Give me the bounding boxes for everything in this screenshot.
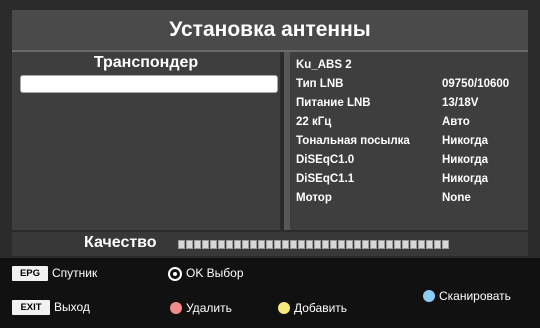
panel-divider	[284, 52, 290, 230]
quality-segment	[298, 240, 305, 249]
info-label: DiSEqC1.1	[296, 173, 355, 185]
quality-segment	[370, 240, 377, 249]
quality-segment	[242, 240, 249, 249]
quality-segment	[306, 240, 313, 249]
quality-segment	[202, 240, 209, 249]
info-row: Мотор None	[294, 189, 528, 207]
quality-segment	[362, 240, 369, 249]
quality-segment	[442, 240, 449, 249]
info-row: DiSEqC1.1 Никогда	[294, 170, 528, 188]
info-label: Питание LNB	[296, 97, 371, 109]
delete-hint-label: Удалить	[186, 301, 232, 315]
transponder-header: Транспондер	[93, 54, 199, 71]
info-value: Никогда	[442, 154, 489, 166]
quality-segment	[434, 240, 441, 249]
quality-segment	[378, 240, 385, 249]
info-row: DiSEqC1.0 Никогда	[294, 151, 528, 169]
info-value: Авто	[442, 116, 470, 128]
quality-segment	[426, 240, 433, 249]
scan-hint-label: Сканировать	[439, 289, 511, 303]
red-button-icon	[170, 302, 182, 314]
ok-hint-label: OK Выбор	[186, 266, 244, 280]
info-row: Тональная посылка Никогда	[294, 132, 528, 150]
quality-meter	[178, 240, 468, 249]
transponder-list-item-selected[interactable]	[20, 75, 278, 93]
satellite-name-row: Ku_ABS 2	[294, 56, 528, 74]
quality-segment	[210, 240, 217, 249]
info-value: None	[442, 192, 471, 204]
quality-label: Качество	[84, 234, 157, 251]
antenna-setup-screen: Установка антенны Транспондер Ku_ABS 2 Т…	[0, 0, 540, 328]
quality-segment	[186, 240, 193, 249]
info-label: Тип LNB	[296, 78, 344, 90]
quality-segment	[338, 240, 345, 249]
quality-segment	[250, 240, 257, 249]
quality-segment	[330, 240, 337, 249]
quality-bar: Качество	[12, 232, 528, 256]
exit-hint-label: Выход	[54, 300, 90, 314]
quality-segment	[290, 240, 297, 249]
quality-segment	[346, 240, 353, 249]
quality-segment	[354, 240, 361, 249]
info-value: 09750/10600	[442, 78, 510, 90]
quality-segment	[226, 240, 233, 249]
info-row: Питание LNB 13/18V	[294, 94, 528, 112]
quality-segment	[234, 240, 241, 249]
ok-icon	[168, 267, 182, 281]
info-row: Тип LNB 09750/10600	[294, 75, 528, 93]
quality-segment	[178, 240, 185, 249]
info-value: Никогда	[442, 135, 489, 147]
info-label: Мотор	[296, 192, 332, 204]
transponder-panel: Транспондер	[12, 52, 280, 230]
quality-segment	[402, 240, 409, 249]
quality-segment	[218, 240, 225, 249]
footer-hints: EPG Спутник OK Выбор EXIT Выход Удалить …	[0, 258, 540, 328]
info-value: Никогда	[442, 173, 489, 185]
satellite-name: Ku_ABS 2	[296, 59, 352, 71]
quality-segment	[282, 240, 289, 249]
quality-segment	[266, 240, 273, 249]
quality-segment	[274, 240, 281, 249]
yellow-button-icon	[278, 302, 290, 314]
info-label: 22 кГц	[296, 116, 332, 128]
satellite-info-panel: Ku_ABS 2 Тип LNB 09750/10600 Питание LNB…	[284, 52, 528, 230]
add-hint-label: Добавить	[294, 301, 348, 315]
info-label: Тональная посылка	[296, 135, 410, 147]
quality-segment	[386, 240, 393, 249]
quality-segment	[194, 240, 201, 249]
info-label: DiSEqC1.0	[296, 154, 355, 166]
quality-segment	[314, 240, 321, 249]
blue-button-icon	[423, 290, 435, 302]
epg-hint-label: Спутник	[52, 266, 98, 280]
info-row: 22 кГц Авто	[294, 113, 528, 131]
info-value: 13/18V	[442, 97, 479, 109]
quality-segment	[394, 240, 401, 249]
quality-segment	[418, 240, 425, 249]
quality-segment	[322, 240, 329, 249]
page-title: Установка антенны	[12, 10, 528, 52]
quality-segment	[410, 240, 417, 249]
exit-key[interactable]: EXIT	[12, 300, 50, 315]
epg-key[interactable]: EPG	[12, 266, 48, 281]
quality-segment	[258, 240, 265, 249]
